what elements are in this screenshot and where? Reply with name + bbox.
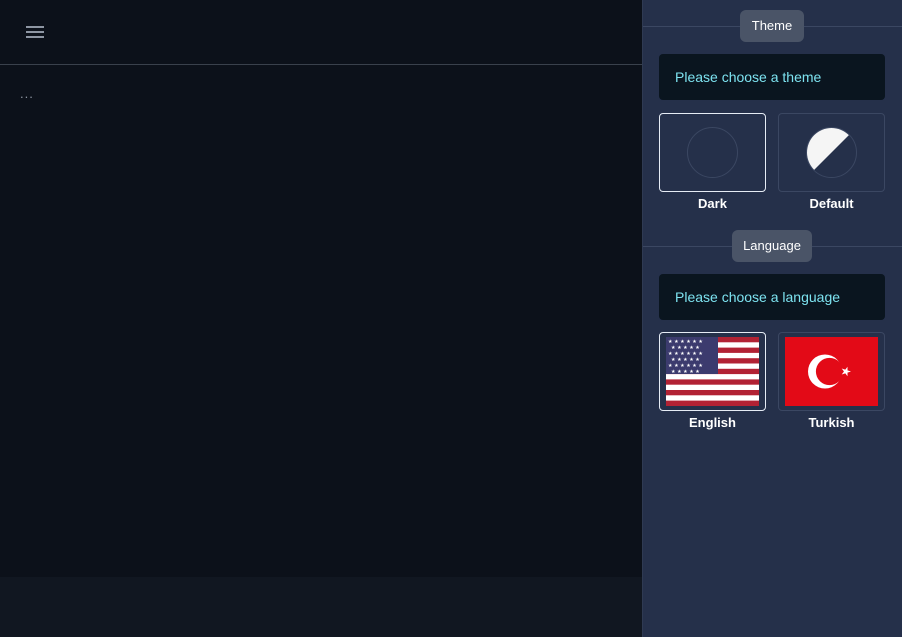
theme-option-default[interactable]	[778, 113, 885, 192]
language-option-english[interactable]: ★ ★ ★ ★ ★ ★ ★ ★ ★ ★ ★ ★ ★ ★ ★ ★ ★ ★ ★ ★ …	[659, 332, 766, 411]
theme-prompt: Please choose a theme	[659, 54, 885, 100]
theme-option-default-label: Default	[809, 196, 854, 211]
language-option-turkish-label: Turkish	[808, 415, 855, 430]
svg-text:★ ★ ★ ★ ★: ★ ★ ★ ★ ★	[671, 369, 700, 375]
content-placeholder-text: ...	[20, 86, 34, 101]
hamburger-menu-icon[interactable]	[23, 21, 47, 43]
theme-header-button[interactable]: Theme	[740, 10, 804, 42]
top-bar	[0, 0, 642, 65]
main-area: ...	[0, 0, 642, 637]
turkey-flag-icon	[785, 337, 878, 406]
us-flag-icon: ★ ★ ★ ★ ★ ★ ★ ★ ★ ★ ★ ★ ★ ★ ★ ★ ★ ★ ★ ★ …	[666, 337, 759, 406]
settings-panel: Theme Please choose a theme Dark Default…	[642, 0, 902, 637]
language-option-english-label: English	[689, 415, 736, 430]
footer	[0, 577, 642, 637]
language-option-turkish[interactable]	[778, 332, 885, 411]
theme-option-dark[interactable]	[659, 113, 766, 192]
default-theme-half-circle-icon	[806, 127, 857, 178]
language-header-button[interactable]: Language	[732, 230, 812, 262]
dark-theme-circle-icon	[687, 127, 738, 178]
language-prompt: Please choose a language	[659, 274, 885, 320]
theme-option-dark-label: Dark	[698, 196, 727, 211]
